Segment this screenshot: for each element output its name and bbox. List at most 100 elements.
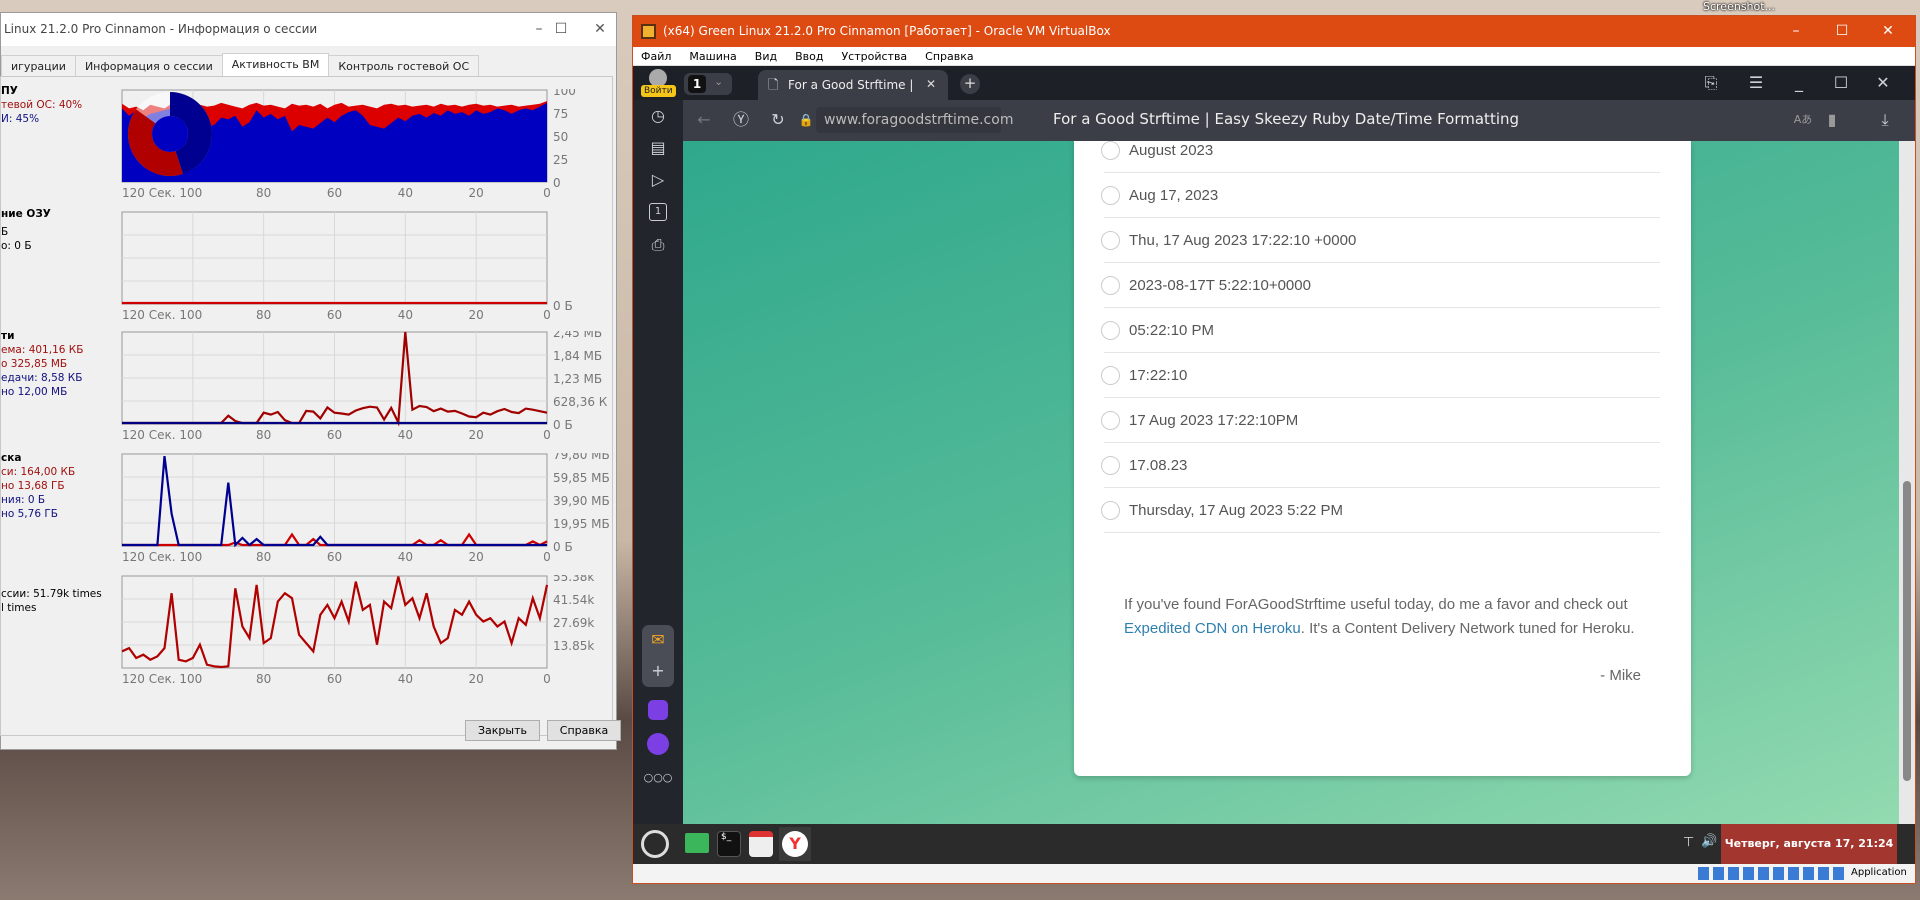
menu-machine[interactable]: Машина (689, 50, 736, 63)
vbox-close-button[interactable]: ✕ (1865, 16, 1911, 47)
radio-button[interactable] (1101, 141, 1120, 160)
x-tick-label: 120 Сек. 100 (122, 672, 202, 686)
format-label: Thu, 17 Aug 2023 17:22:10 +0000 (1129, 231, 1357, 249)
volume-icon[interactable]: 🔊 (1701, 834, 1717, 849)
scrollbar[interactable] (1899, 141, 1915, 824)
menu-help[interactable]: Справка (925, 50, 973, 63)
desktop-icon-label[interactable]: Screenshot... (1703, 0, 1775, 13)
files-icon[interactable] (685, 833, 709, 853)
y-tick-label: 55.38k (553, 575, 594, 584)
network-icon[interactable]: ⊤ (1683, 835, 1694, 850)
x-tick-label: 80 (256, 550, 271, 564)
url-field[interactable]: www.foragoodstrftime.com (816, 107, 1013, 133)
play-icon[interactable]: ▷ (643, 170, 673, 190)
collections-icon[interactable]: ▤ (643, 138, 673, 158)
menu-logo-icon[interactable] (641, 830, 669, 858)
radio-button[interactable] (1101, 185, 1120, 205)
exits-legend: ссии: 51.79k times l times (1, 587, 102, 615)
history-icon[interactable]: ◷ (643, 106, 673, 126)
close-button[interactable]: ✕ (584, 13, 616, 46)
y-tick-label: 59,85 МБ (553, 471, 610, 485)
y-tick-label: 50 (553, 130, 568, 144)
tab-guest-control[interactable]: Контроль гостевой ОС (328, 55, 480, 77)
more-icon[interactable]: ○○○ (643, 768, 673, 788)
menu-view[interactable]: Вид (755, 50, 777, 63)
close-tab-icon[interactable]: ✕ (926, 77, 936, 91)
tab-configuration[interactable]: игурации (1, 55, 76, 77)
menu-file[interactable]: Файл (641, 50, 671, 63)
x-tick-label: 120 Сек. 100 (122, 308, 202, 322)
yandex-browser-taskbar-button[interactable]: Y (779, 827, 811, 861)
format-option[interactable]: 2023-08-17T 5:22:10+0000 (1101, 263, 1660, 308)
format-option[interactable]: 17:22:10 (1101, 353, 1660, 398)
bookmark-icon[interactable]: ▮ (1817, 110, 1847, 130)
browser-minimize-icon[interactable]: _ (1784, 73, 1814, 93)
new-tab-button[interactable]: + (960, 74, 980, 94)
maximize-button[interactable]: ☐ (538, 13, 584, 46)
tab-session-info[interactable]: Информация о сессии (74, 55, 223, 77)
y-tick-label: 2,45 МБ (553, 331, 602, 340)
alice-icon[interactable] (648, 700, 668, 720)
clock[interactable]: Четверг, августа 17, 21:24 (1721, 824, 1897, 864)
bookmarks-icon[interactable]: ⎘ (1696, 73, 1726, 93)
screenshot-icon[interactable]: ⎙ (643, 235, 673, 255)
mail-icon[interactable]: ✉ (643, 630, 673, 650)
chart-svg: 120 Сек. 100 80 60 40 20 0 100 75 50 25 0 (121, 84, 576, 200)
add-icon[interactable]: + (643, 661, 673, 681)
menu-icon[interactable]: ☰ (1741, 73, 1771, 93)
format-option[interactable]: August 2023 (1101, 141, 1660, 173)
network-heading: ти (1, 330, 15, 342)
format-option[interactable]: 17 Aug 2023 17:22:10PM (1101, 398, 1660, 443)
tab-vm-activity[interactable]: Активность ВМ (221, 53, 330, 77)
browser-tab[interactable]: 🗋 For a Good Strftime | E ✕ (758, 70, 948, 100)
sidebar-tab-count[interactable]: 1 (649, 203, 667, 221)
format-option[interactable]: Thursday, 17 Aug 2023 5:22 PM (1101, 488, 1660, 533)
radio-button[interactable] (1101, 365, 1120, 385)
back-icon[interactable]: ← (689, 110, 719, 130)
translate-icon[interactable]: Aあ (1788, 110, 1818, 130)
radio-button[interactable] (1101, 320, 1120, 340)
format-option[interactable]: Thu, 17 Aug 2023 17:22:10 +0000 (1101, 218, 1660, 263)
download-icon[interactable]: ⤓ (1870, 110, 1900, 130)
disk-chart: 120 Сек. 100 80 60 40 20 0 79,80 МБ 59,85 МБ 39,… (121, 448, 621, 573)
exits-chart: 120 Сек. 100 80 60 40 20 0 55.38k 41.54k 27.69k 1… (121, 570, 621, 695)
browser-maximize-icon[interactable]: ☐ (1826, 73, 1856, 93)
scrollbar-thumb[interactable] (1903, 481, 1911, 781)
vbox-minimize-button[interactable]: – (1773, 16, 1819, 47)
close-dialog-button[interactable]: Закрыть (465, 720, 540, 741)
x-tick-label: 40 (398, 428, 413, 442)
reload-icon[interactable]: ↻ (763, 110, 793, 130)
format-label: August 2023 (1129, 141, 1214, 159)
help-button[interactable]: Справка (547, 720, 621, 741)
terminal-icon[interactable]: $_ (717, 831, 741, 857)
yandex-browser-icon: Y (782, 831, 808, 857)
vbox-maximize-button[interactable]: ☐ (1819, 16, 1865, 47)
disk-write-rate: си: 164,00 КБ (1, 466, 76, 478)
format-option[interactable]: Aug 17, 2023 (1101, 173, 1660, 218)
cdn-link[interactable]: Expedited CDN on Heroku (1124, 620, 1301, 637)
radio-button[interactable] (1101, 500, 1120, 520)
x-tick-label: 40 (398, 186, 413, 200)
tab-counter-button[interactable]: 1 ⌄ (684, 73, 732, 95)
guest-taskbar: $_ Y ⊤ 🔊 Четверг, августа 17, 21:24 (633, 824, 1915, 864)
cpu-chart: 120 Сек. 100 80 60 40 20 0 100 75 50 25 0 (121, 84, 621, 209)
alice-assistant-icon[interactable] (647, 733, 669, 755)
radio-button[interactable] (1101, 410, 1120, 430)
calendar-icon[interactable] (749, 831, 773, 857)
menu-input[interactable]: Ввод (795, 50, 823, 63)
y-tick-label: 1,23 МБ (553, 372, 602, 386)
yandex-icon[interactable]: Ⓨ (726, 110, 756, 130)
chevron-down-icon: ⌄ (714, 75, 724, 88)
format-option[interactable]: 17.08.23 (1101, 443, 1660, 488)
browser-close-icon[interactable]: ✕ (1868, 73, 1898, 93)
x-tick-label: 0 (543, 308, 551, 322)
radio-button[interactable] (1101, 230, 1120, 250)
y-tick-label: 0 Б (553, 299, 573, 313)
menu-devices[interactable]: Устройства (841, 50, 907, 63)
format-option[interactable]: 05:22:10 PM (1101, 308, 1660, 353)
device-status-icons[interactable] (1698, 867, 1848, 880)
radio-button[interactable] (1101, 275, 1120, 295)
network-rx-total: о 325,85 МБ (1, 358, 68, 370)
radio-button[interactable] (1101, 455, 1120, 475)
login-badge[interactable]: Войти (641, 85, 676, 97)
